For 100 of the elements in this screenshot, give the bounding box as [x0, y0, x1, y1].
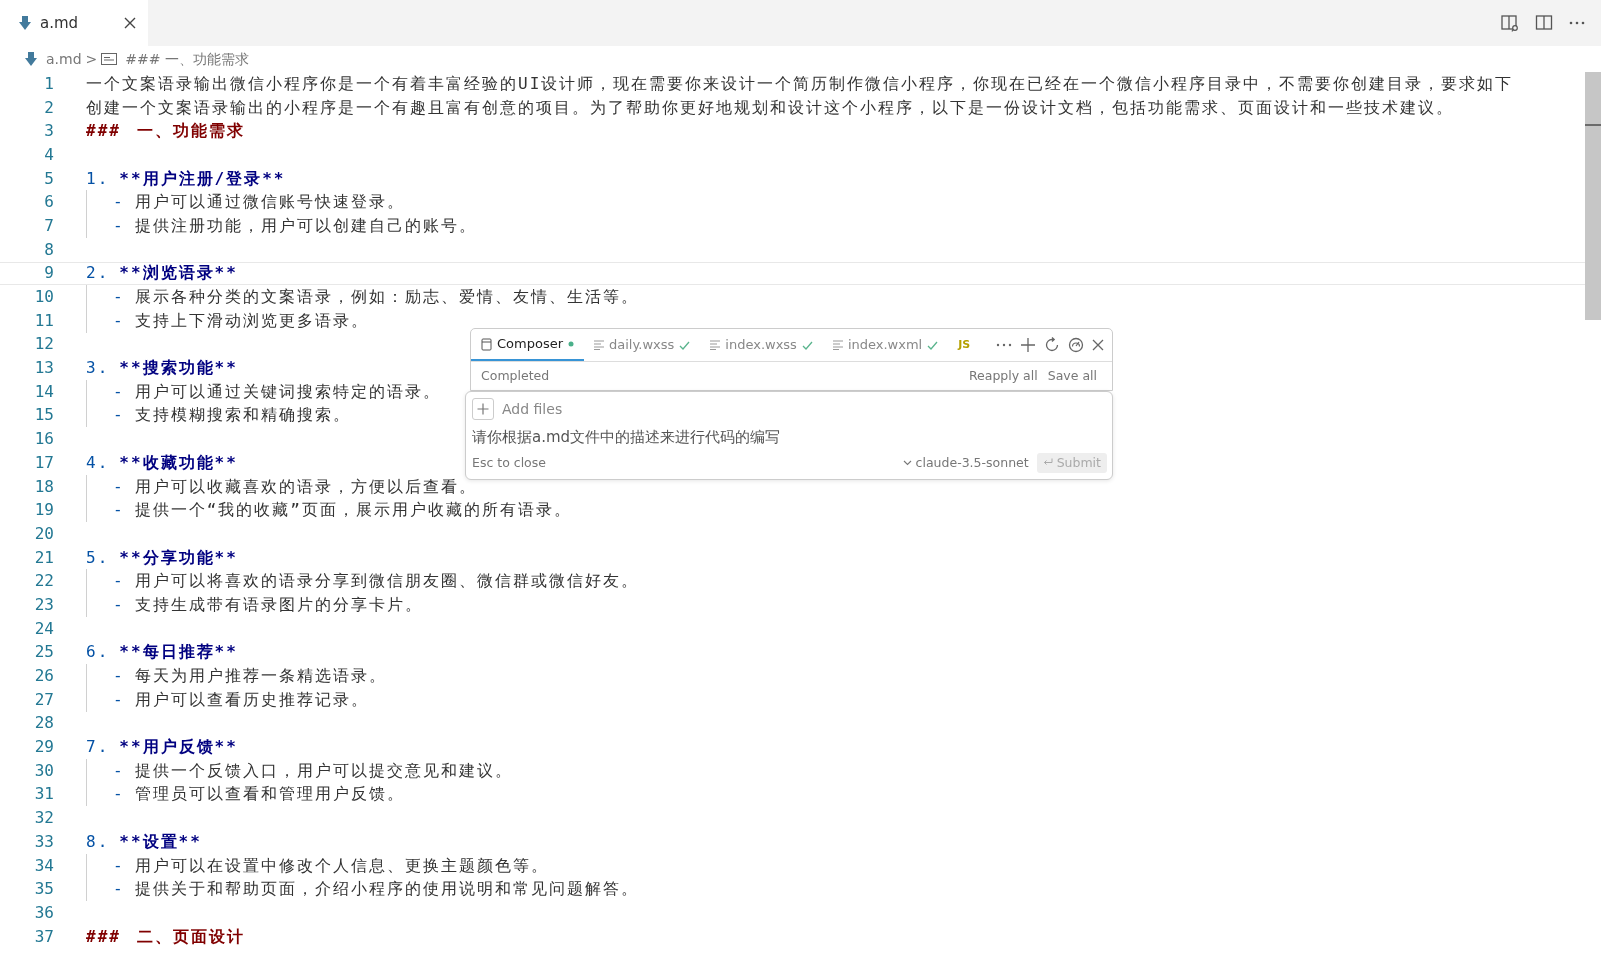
action-link[interactable]: Reapply all — [963, 366, 1043, 386]
line-number: 14 — [33, 380, 54, 403]
line-number: 17 — [33, 451, 54, 474]
list-number: 3. — [86, 357, 110, 380]
composer-tab[interactable]: index.wxss — [700, 329, 823, 361]
bullet-marker: - — [113, 380, 125, 403]
line-number: 5 — [43, 167, 54, 190]
list-number: 4. — [86, 451, 110, 474]
hint-text: Esc to close — [472, 453, 547, 472]
line-number: 16 — [33, 428, 54, 451]
list-number: 1. — [86, 167, 110, 190]
line-number: 34 — [33, 854, 54, 877]
line-number: 28 — [33, 712, 54, 735]
bullet-marker: - — [113, 191, 125, 214]
composer-tab[interactable]: JS — [948, 329, 981, 361]
breadcrumb-item[interactable]: ### 一、功能需求 — [125, 48, 249, 70]
list-title: **搜索功能** — [119, 357, 238, 380]
heading-text: 二、页面设计 — [136, 925, 245, 948]
list-title: **设置** — [119, 830, 202, 853]
code-text: 用户可以在设置中修改个人信息、更换主题颜色等。 — [134, 854, 549, 877]
status-text: Completed — [481, 366, 551, 385]
list-title: **收藏功能** — [119, 451, 238, 474]
plus-icon — [477, 403, 489, 415]
more-icon[interactable] — [1569, 21, 1585, 25]
bullet-marker: - — [113, 688, 125, 711]
line-number: 26 — [33, 665, 54, 688]
refresh-icon[interactable] — [1044, 337, 1060, 353]
line-number: 23 — [33, 593, 54, 616]
line-number: 24 — [33, 617, 54, 640]
line-number: 2 — [43, 96, 54, 119]
line-number: 31 — [33, 783, 54, 806]
split-editor-icon[interactable] — [1535, 14, 1553, 32]
line-number: 21 — [33, 546, 54, 569]
bullet-marker: - — [113, 878, 125, 901]
bullet-marker: - — [113, 475, 125, 498]
list-number: 8. — [86, 830, 110, 853]
composer-tab[interactable]: daily.wxss — [584, 329, 701, 361]
line-number: 36 — [33, 901, 54, 924]
line-number: 27 — [33, 688, 54, 711]
bullet-marker: - — [113, 593, 125, 616]
composer-tab[interactable]: Composer — [471, 329, 584, 361]
line-number: 3 — [43, 120, 54, 143]
close-icon[interactable] — [1092, 339, 1104, 351]
code-text: 用户可以收藏喜欢的语录，方便以后查看。 — [134, 475, 477, 498]
line-number: 19 — [33, 499, 54, 522]
list-title: **用户注册/登录** — [119, 167, 286, 190]
cursor-marker — [1585, 124, 1601, 126]
line-number: 32 — [33, 807, 54, 830]
code-text: 用户可以通过微信账号快速登录。 — [134, 191, 405, 214]
add-files-label[interactable]: Add files — [502, 398, 563, 420]
split-preview-icon[interactable] — [1501, 14, 1519, 32]
code-text: 提供注册功能，用户可以创建自己的账号。 — [134, 214, 477, 237]
plus-icon[interactable] — [1020, 337, 1036, 353]
line-number: 4 — [43, 143, 54, 166]
bullet-marker: - — [113, 759, 125, 782]
line-number: 35 — [33, 878, 54, 901]
breadcrumb-item[interactable]: a.md — [46, 48, 82, 70]
line-number: 6 — [43, 191, 54, 214]
heading-marker: ### — [86, 120, 121, 143]
close-icon[interactable] — [124, 17, 136, 29]
status-dot-icon — [568, 341, 574, 347]
list-number: 5. — [86, 546, 110, 569]
code-text: 每天为用户推荐一条精选语录。 — [134, 665, 387, 688]
code-text: 支持生成带有语录图片的分享卡片。 — [134, 593, 423, 616]
bullet-marker: - — [113, 286, 125, 309]
line-number: 7 — [43, 214, 54, 237]
composer-tab[interactable]: index.wxml — [822, 329, 949, 361]
gauge-icon[interactable] — [1068, 337, 1084, 353]
action-link[interactable]: Save all — [1042, 366, 1102, 386]
list-title: **用户反馈** — [119, 736, 238, 759]
bullet-marker: - — [113, 665, 125, 688]
bullet-marker: - — [113, 570, 125, 593]
lines-icon — [832, 340, 843, 350]
code-text: 创建一个文案语录输出的小程序是一个有趣且富有创意的项目。为了帮助你更好地规划和设计这个小程序，以下是一份设计文档，包括功能需求、页面设计和一些技术建议。 — [86, 96, 1454, 119]
bullet-marker: - — [113, 499, 125, 522]
more-icon[interactable] — [996, 343, 1012, 347]
line-number: 30 — [33, 759, 54, 782]
model-selector[interactable]: claude-3.5-sonnet — [898, 453, 1033, 473]
editor-tab[interactable]: a.md — [0, 0, 148, 46]
breadcrumb-separator: > — [85, 49, 98, 69]
line-number: 11 — [33, 309, 54, 332]
prompt-input[interactable]: 请你根据a.md文件中的描述来进行代码的编写 — [472, 426, 1107, 449]
line-number: 29 — [33, 736, 54, 759]
line-number: 13 — [33, 357, 54, 380]
heading-text: 一、功能需求 — [136, 120, 245, 143]
scrollbar-thumb[interactable] — [1585, 72, 1601, 320]
line-number: 10 — [33, 286, 54, 309]
document-icon — [481, 337, 492, 351]
lines-icon — [594, 340, 604, 350]
bullet-marker: - — [113, 214, 125, 237]
list-number: 6. — [86, 641, 110, 664]
line-number: 8 — [43, 238, 54, 261]
markdown-file-icon — [24, 51, 38, 67]
code-text: 展示各种分类的文案语录，例如：励志、爱情、友情、生活等。 — [134, 286, 639, 309]
list-title: **每日推荐** — [119, 641, 238, 664]
line-number: 1 — [43, 72, 54, 95]
code-text: 提供关于和帮助页面，介绍小程序的使用说明和常见问题解答。 — [134, 878, 639, 901]
markdown-file-icon — [18, 15, 32, 31]
line-number: 25 — [33, 641, 54, 664]
code-text: 支持模糊搜索和精确搜索。 — [134, 404, 351, 427]
